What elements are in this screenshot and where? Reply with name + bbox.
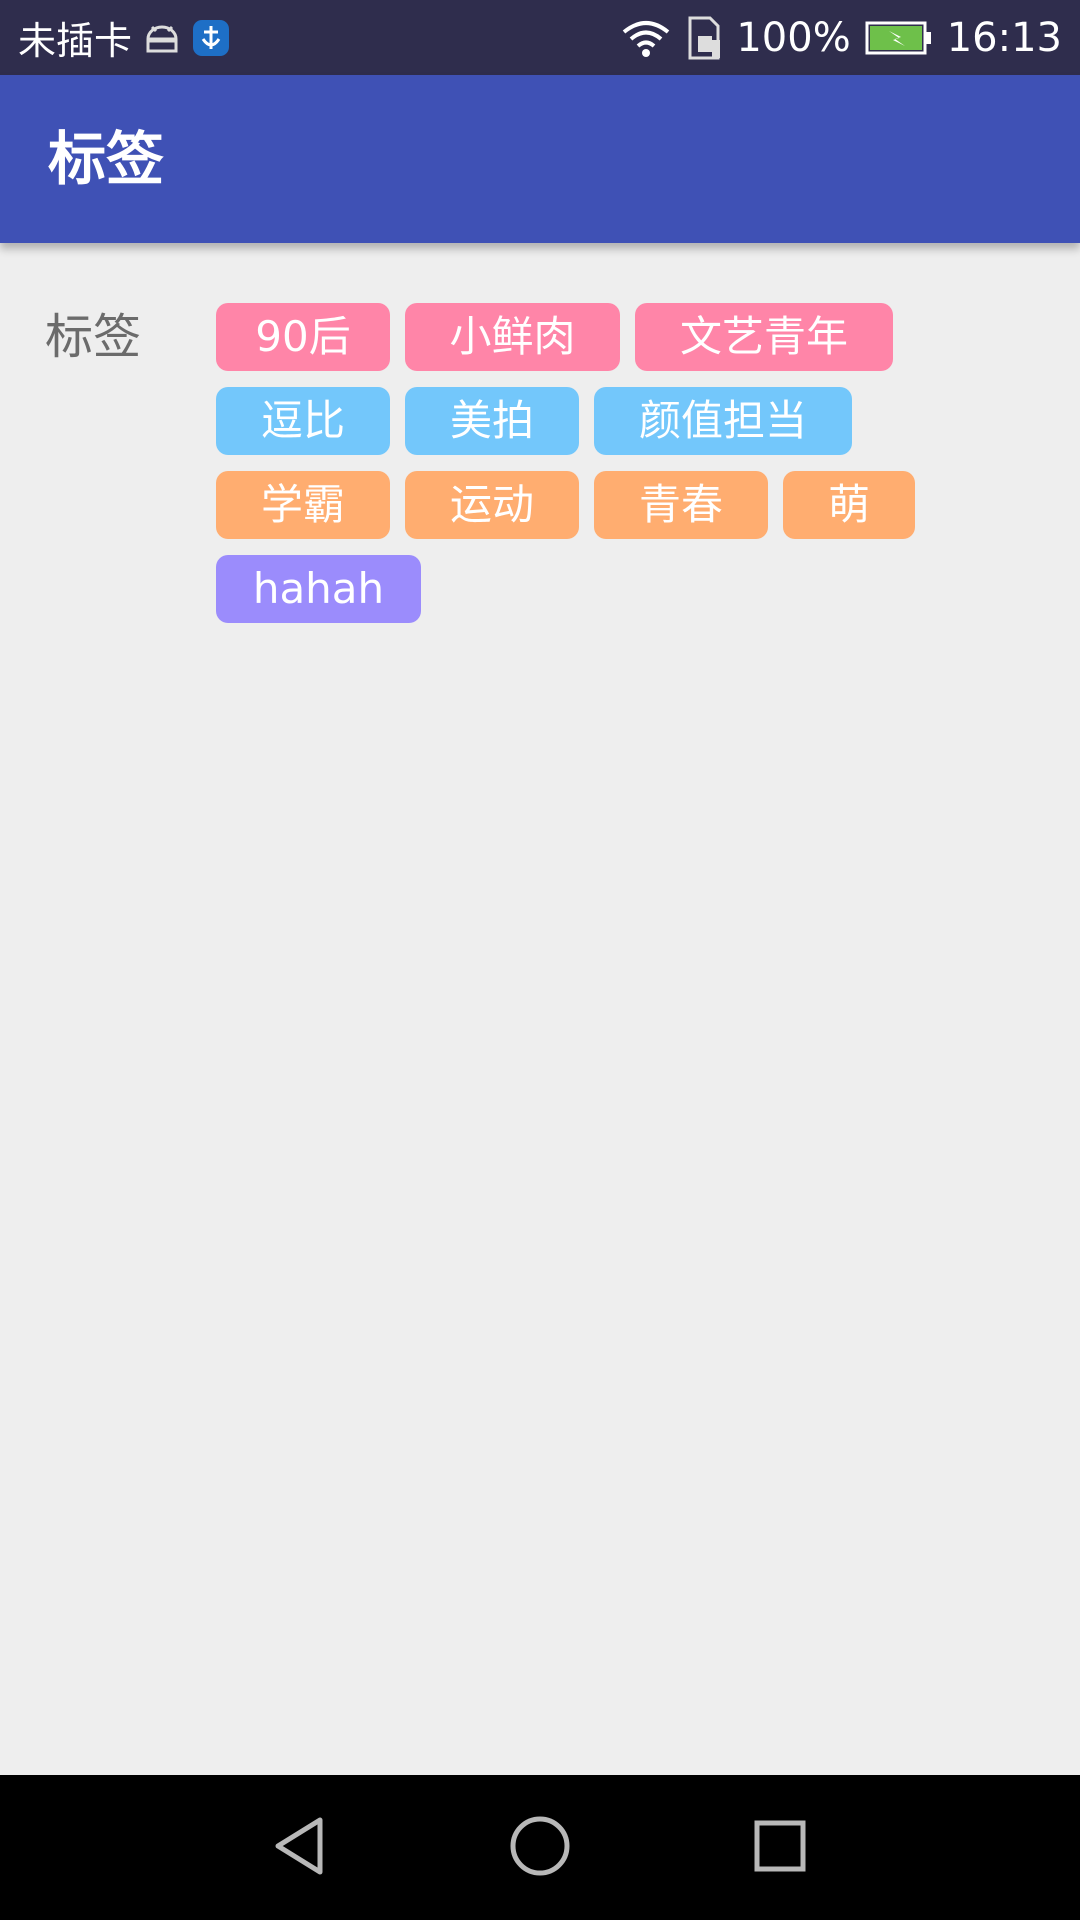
tag-chip[interactable]: 萌 xyxy=(783,471,915,539)
clock-time: 16:13 xyxy=(946,14,1062,61)
tag-chip[interactable]: 90后 xyxy=(216,303,390,371)
battery-percent: 100% xyxy=(736,14,851,61)
back-icon xyxy=(272,1816,328,1880)
tag-chip[interactable]: 学霸 xyxy=(216,471,390,539)
tag-chip[interactable]: 颜值担当 xyxy=(594,387,852,455)
wifi-icon xyxy=(620,18,672,58)
tag-chip[interactable]: 逗比 xyxy=(216,387,390,455)
tag-row: hahah xyxy=(216,555,1036,623)
home-icon xyxy=(509,1815,571,1881)
tag-chip[interactable]: 运动 xyxy=(405,471,579,539)
battery-charging-icon xyxy=(865,21,933,55)
tag-row: 逗比 美拍 颜值担当 xyxy=(216,387,1036,455)
app-bar: 标签 xyxy=(0,75,1080,243)
tag-row: 90后 小鲜肉 文艺青年 xyxy=(216,303,1036,371)
tag-row: 学霸 运动 青春 萌 xyxy=(216,471,1036,539)
tag-flow-layout: 90后 小鲜肉 文艺青年 逗比 美拍 颜值担当 学霸 运动 青春 萌 hahah xyxy=(216,303,1036,639)
app-notification-icon xyxy=(192,19,230,57)
back-button[interactable] xyxy=(240,1775,360,1920)
carrier-text: 未插卡 xyxy=(18,19,133,63)
tag-chip[interactable]: 青春 xyxy=(594,471,768,539)
tag-chip[interactable]: hahah xyxy=(216,555,421,623)
recents-icon xyxy=(753,1819,807,1877)
tag-chip[interactable]: 文艺青年 xyxy=(635,303,893,371)
tags-label: 标签 xyxy=(45,309,142,365)
navigation-bar xyxy=(0,1775,1080,1920)
recents-button[interactable] xyxy=(720,1775,840,1920)
tag-chip[interactable]: 美拍 xyxy=(405,387,579,455)
tag-content: 标签 90后 小鲜肉 文艺青年 逗比 美拍 颜值担当 学霸 运动 青春 萌 ha… xyxy=(0,243,1080,1775)
tag-chip[interactable]: 小鲜肉 xyxy=(405,303,620,371)
sim-card-icon xyxy=(686,16,722,60)
android-debug-icon xyxy=(142,21,182,55)
page-title: 标签 xyxy=(48,125,165,193)
home-button[interactable] xyxy=(480,1775,600,1920)
status-bar: 未插卡 100% 16:13 xyxy=(0,0,1080,75)
